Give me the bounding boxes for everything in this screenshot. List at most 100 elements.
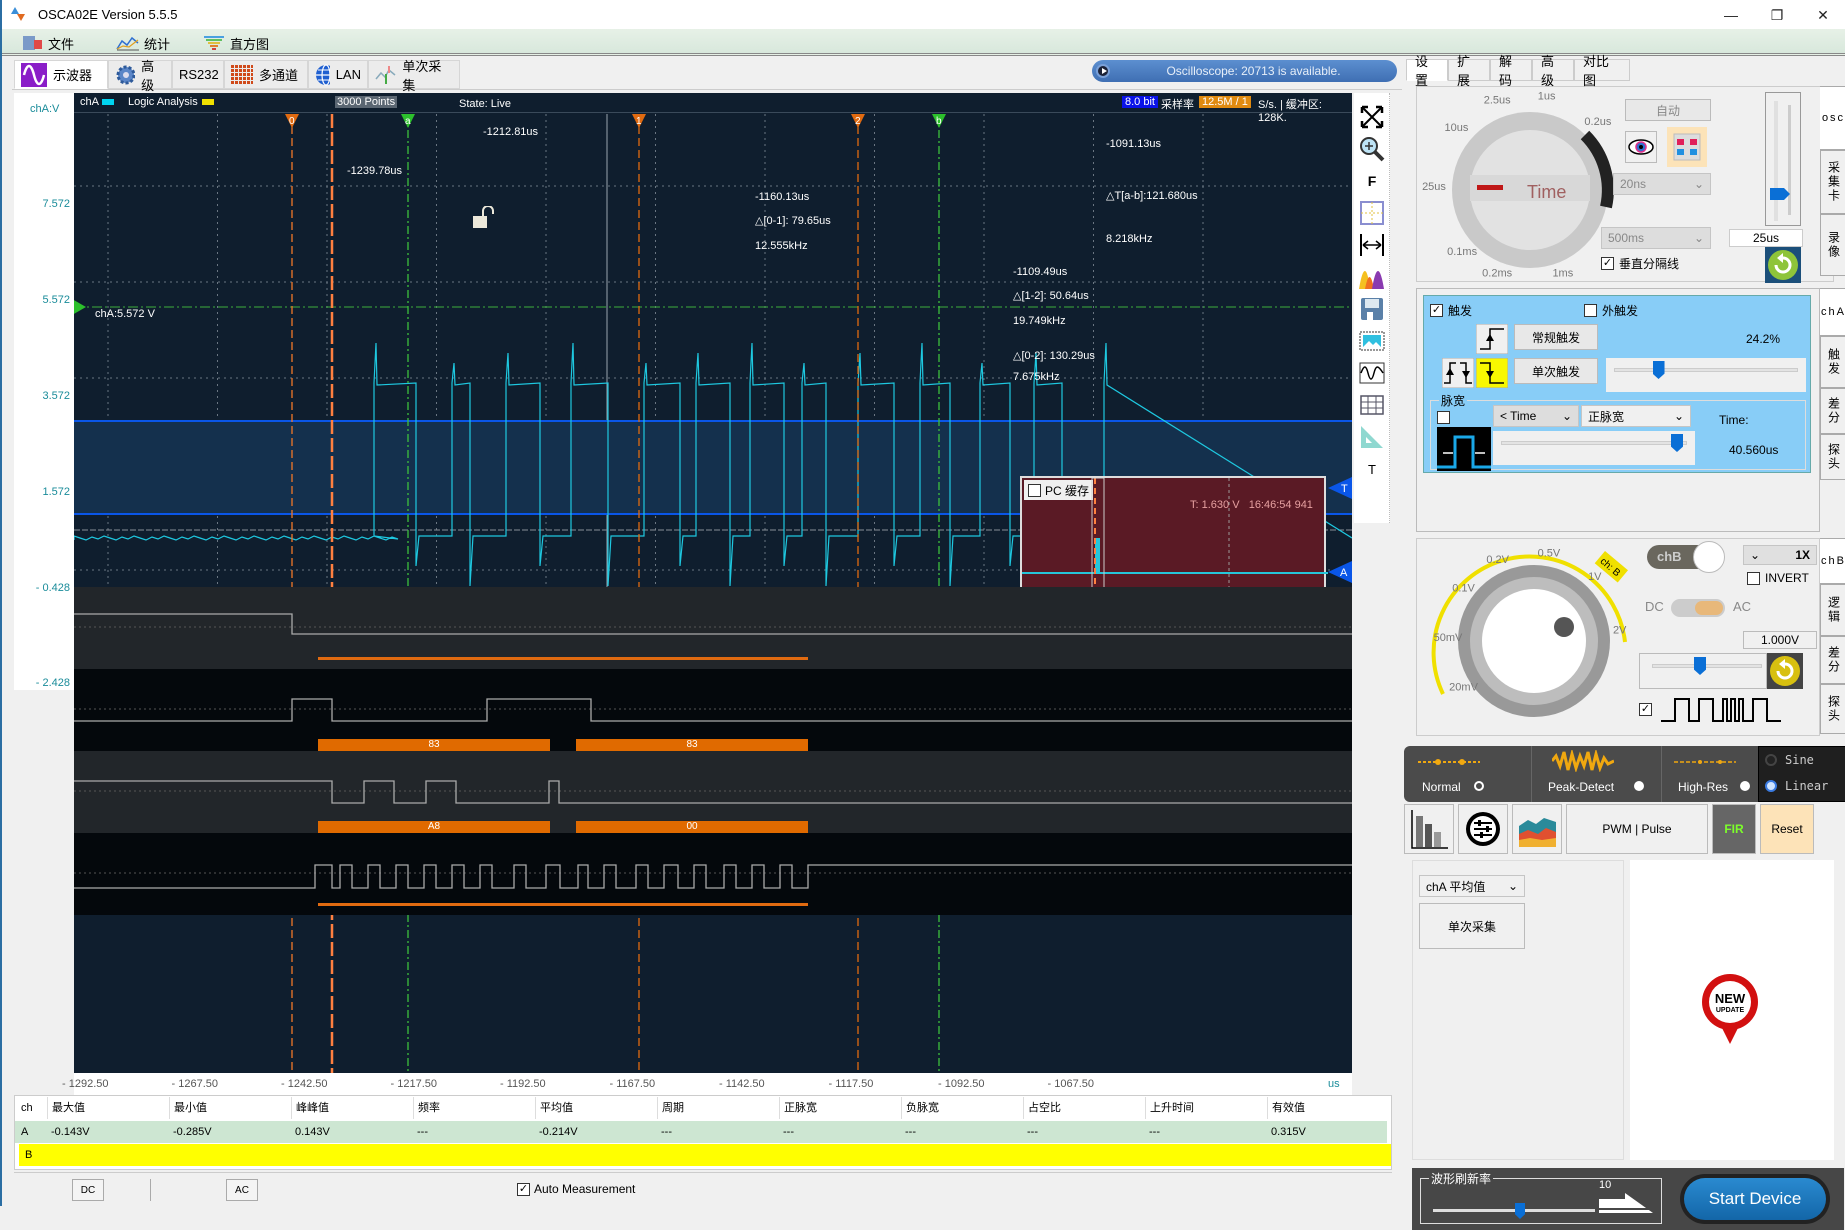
layout-toggle-button[interactable]	[1667, 127, 1707, 167]
stats-channel-select[interactable]: chA 平均值 ⌄	[1419, 875, 1525, 897]
new-update-badge[interactable]: NEW UPDATE	[1700, 972, 1770, 1048]
device-notice-banner[interactable]: Oscilloscope: 20713 is available.	[1092, 60, 1397, 82]
save-icon[interactable]	[1358, 295, 1386, 323]
bar-chart-button[interactable]	[1404, 804, 1454, 854]
interp-linear[interactable]: Linear	[1765, 779, 1828, 793]
auto-measurement-checkbox[interactable]: ✓	[517, 1182, 530, 1196]
start-device-button[interactable]: Start Device	[1684, 1178, 1826, 1220]
trigger-enable-checkbox[interactable]: ✓	[1430, 304, 1443, 317]
trigger-enable-toggle[interactable]: ✓ 触发	[1430, 302, 1472, 319]
right-tab[interactable]: 扩展	[1448, 54, 1490, 88]
volts-knob[interactable]: 20mV50mV0.1V0.2V0.5V1V2V ch: B	[1417, 539, 1639, 737]
rising-edge-icon[interactable]	[1476, 324, 1508, 354]
right-tab[interactable]: 设置	[1406, 54, 1448, 88]
interp-sine[interactable]: Sine	[1765, 753, 1814, 767]
ac-button[interactable]: AC	[226, 1179, 258, 1201]
pulse-type-select[interactable]: 正脉宽 ⌄	[1581, 405, 1691, 427]
tab-multichannel[interactable]: 多通道	[224, 60, 308, 89]
auto-button[interactable]: 自动	[1625, 99, 1711, 121]
both-edges-icon[interactable]	[1442, 358, 1474, 388]
interp-sine-radio[interactable]	[1765, 754, 1777, 766]
invert-toggle[interactable]: INVERT	[1747, 571, 1809, 585]
single-trigger-button[interactable]: 单次触发	[1514, 358, 1598, 384]
tab-rs232[interactable]: RS232	[172, 60, 224, 89]
scope-display[interactable]: chA Logic Analysis 3000 Points State: Li…	[74, 93, 1352, 1073]
probe-select[interactable]: ⌄ 1X	[1743, 545, 1817, 565]
unlock-icon[interactable]	[471, 206, 495, 230]
external-trigger-toggle[interactable]: 外触发	[1584, 302, 1638, 319]
trigger-level-slider[interactable]	[1606, 358, 1806, 392]
offset-slider[interactable]	[1639, 653, 1767, 689]
timebase-value[interactable]: 25us	[1729, 229, 1803, 247]
coupling-switch[interactable]	[1671, 599, 1725, 617]
slider-thumb[interactable]	[1770, 188, 1790, 200]
reset-button[interactable]: Reset	[1760, 804, 1814, 854]
external-trigger-checkbox[interactable]	[1584, 304, 1597, 317]
table-icon[interactable]	[1358, 391, 1386, 419]
acquire-normal[interactable]: Normal	[1404, 746, 1532, 802]
logic-display-checkbox[interactable]: ✓	[1639, 703, 1652, 716]
side-tab[interactable]: osc	[1820, 86, 1845, 150]
text-tool-button[interactable]: T	[1358, 455, 1386, 483]
side-tab[interactable]: 采集卡	[1820, 150, 1845, 214]
dc-button[interactable]: DC	[72, 1179, 104, 1201]
max-timebase-select[interactable]: 500ms ⌄	[1601, 227, 1711, 249]
right-tab[interactable]: 高级	[1532, 54, 1574, 88]
crosshair-icon[interactable]	[1358, 199, 1386, 227]
trigger-level-marker[interactable]: T	[1328, 477, 1352, 499]
right-tab[interactable]: 解码	[1490, 54, 1532, 88]
slider-thumb[interactable]	[1671, 434, 1683, 452]
side-tab[interactable]: 探头	[1820, 684, 1845, 734]
side-tab[interactable]: 逻辑	[1820, 584, 1845, 636]
measure-width-icon[interactable]	[1358, 231, 1386, 259]
tab-advanced[interactable]: 高级	[108, 59, 172, 93]
pulse-condition-select[interactable]: < Time ⌄	[1493, 405, 1579, 427]
pulse-width-checkbox[interactable]	[1437, 411, 1450, 424]
side-tab[interactable]: chB	[1820, 538, 1845, 584]
channel-b-toggle[interactable]: chB	[1647, 541, 1725, 573]
filter-settings-button[interactable]	[1458, 804, 1508, 854]
acquire-high-res[interactable]: High-Res	[1662, 746, 1758, 802]
acquire-peak-detect[interactable]: Peak-Detect	[1532, 746, 1662, 802]
fir-button[interactable]: FIR	[1712, 804, 1756, 854]
menu-statistics[interactable]: 统计	[116, 33, 170, 53]
timebase-slider[interactable]	[1765, 92, 1801, 226]
invert-checkbox[interactable]	[1747, 571, 1760, 585]
tab-lan[interactable]: LAN	[308, 60, 368, 89]
view-button[interactable]	[1625, 131, 1657, 163]
vertical-divider-toggle[interactable]: ✓ 垂直分隔线	[1601, 255, 1679, 272]
right-tab[interactable]: 对比图	[1574, 54, 1630, 88]
menu-histogram[interactable]: 直方图	[204, 33, 269, 53]
volts-value[interactable]: 1.000V	[1743, 631, 1817, 649]
measurement-row[interactable]: B	[19, 1144, 1391, 1166]
auto-measurement-toggle[interactable]: ✓ Auto Measurement	[517, 1182, 635, 1196]
refresh-rate-thumb[interactable]	[1515, 1203, 1525, 1219]
acquire-normal-radio[interactable]	[1474, 781, 1484, 791]
spectrum-icon[interactable]	[1358, 263, 1386, 291]
waveform-icon[interactable]	[1358, 359, 1386, 387]
side-tab[interactable]: 探头	[1820, 434, 1845, 480]
pulse-time-slider[interactable]	[1493, 431, 1695, 465]
tab-single-capture[interactable]: 单次采集	[368, 59, 460, 93]
fit-screen-icon[interactable]	[1358, 103, 1386, 131]
min-timebase-select[interactable]: 20ns ⌄	[1613, 173, 1711, 195]
side-tab[interactable]: 触发	[1820, 336, 1845, 388]
acquire-peak-detect-radio[interactable]	[1634, 781, 1644, 791]
slider-thumb[interactable]	[1652, 361, 1665, 379]
screenshot-icon[interactable]	[1358, 327, 1386, 355]
side-tab[interactable]: 差分	[1820, 388, 1845, 434]
offset-reset-icon[interactable]	[1767, 653, 1803, 689]
timebase-reset-icon[interactable]	[1765, 247, 1801, 283]
interp-linear-radio[interactable]	[1765, 780, 1777, 792]
close-button[interactable]: ✕	[1800, 2, 1845, 28]
zoom-in-icon[interactable]	[1358, 135, 1386, 163]
f-tool-button[interactable]: F	[1358, 167, 1386, 195]
slider-thumb[interactable]	[1694, 657, 1706, 675]
acquire-high-res-radio[interactable]	[1740, 781, 1750, 791]
tab-oscilloscope[interactable]: 示波器	[14, 60, 108, 89]
side-tab[interactable]: 差分	[1820, 636, 1845, 684]
vertical-divider-checkbox[interactable]: ✓	[1601, 257, 1614, 270]
refresh-rate-track[interactable]	[1433, 1209, 1595, 1212]
area-chart-button[interactable]	[1512, 804, 1562, 854]
menu-file[interactable]: 文件	[22, 33, 74, 53]
